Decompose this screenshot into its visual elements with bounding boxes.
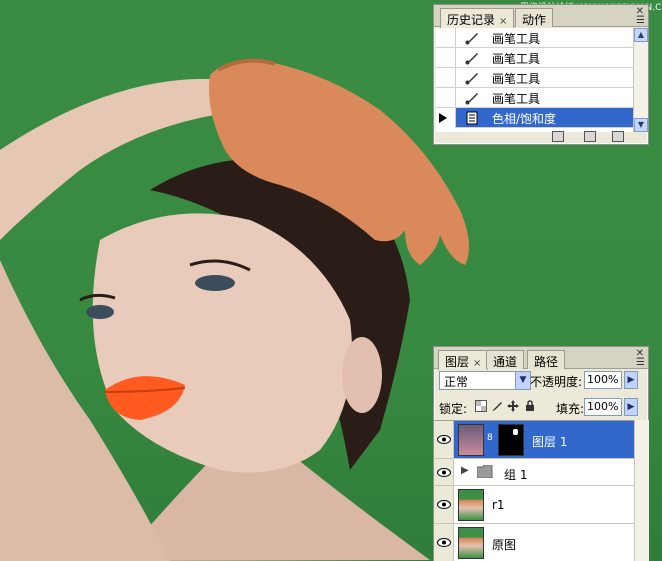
- brush-icon: [465, 73, 478, 85]
- layer-row[interactable]: 原图: [434, 524, 634, 561]
- layer-thumbnail: [458, 527, 484, 559]
- tab-close-icon[interactable]: ×: [473, 358, 481, 369]
- blend-mode-value: 正常: [444, 375, 469, 389]
- eye-icon[interactable]: [437, 500, 451, 509]
- layers-panel: 图层 × 通道 路径 ✕ ☰ 正常 ▼ 不透明度: 100% ▶ 锁定: 填充: …: [433, 346, 649, 561]
- lock-position-move-icon[interactable]: [507, 400, 519, 412]
- new-document-icon[interactable]: [552, 131, 564, 142]
- brush-icon: [465, 33, 478, 45]
- layer-name: 组 1: [504, 468, 528, 482]
- snapshot-camera-icon[interactable]: [584, 131, 596, 142]
- lock-all-icon[interactable]: [524, 400, 536, 412]
- tab-close-icon[interactable]: ×: [499, 16, 507, 27]
- history-item-label: 画笔工具: [492, 72, 541, 86]
- tab-actions-label: 动作: [522, 13, 547, 27]
- chevron-down-icon[interactable]: ▼: [515, 372, 530, 389]
- layer-row-group[interactable]: ▶ 组 1: [434, 459, 634, 486]
- layer-name: 图层 1: [532, 435, 568, 449]
- panel-menu-icon[interactable]: ☰: [636, 357, 645, 368]
- layer-row[interactable]: r1: [434, 486, 634, 524]
- history-source-checkbox[interactable]: [436, 48, 456, 68]
- layers-tabbar: 图层 × 通道 路径 ✕ ☰: [434, 347, 648, 370]
- lock-transparent-icon[interactable]: [475, 400, 487, 412]
- adjustment-icon: [466, 111, 478, 125]
- layer-row-selected[interactable]: 8 图层 1: [434, 421, 634, 459]
- tab-channels-label: 通道: [493, 355, 518, 369]
- history-item-label: 色相/饱和度: [492, 112, 557, 126]
- history-item[interactable]: 画笔工具: [436, 48, 633, 68]
- blend-mode-select[interactable]: 正常 ▼: [439, 371, 531, 390]
- eye-icon[interactable]: [437, 435, 451, 444]
- folder-icon: [477, 465, 493, 478]
- tab-layers-label: 图层: [445, 355, 470, 369]
- panel-menu-icon[interactable]: ☰: [636, 15, 645, 26]
- tab-layers[interactable]: 图层 ×: [438, 350, 489, 370]
- tab-paths[interactable]: 路径: [527, 350, 566, 369]
- history-item-label: 画笔工具: [492, 92, 541, 106]
- lock-image-brush-icon[interactable]: [491, 400, 503, 412]
- layer-thumbnail: [458, 489, 484, 521]
- tab-actions[interactable]: 动作: [515, 8, 554, 27]
- fill-input[interactable]: 100%: [584, 398, 622, 416]
- history-item[interactable]: 画笔工具: [436, 88, 633, 108]
- eye-icon[interactable]: [437, 468, 451, 477]
- brush-icon: [465, 93, 478, 105]
- history-list: 画笔工具 画笔工具 画笔工具 画笔工具 色相/饱和度: [436, 28, 633, 132]
- visibility-toggle[interactable]: [434, 459, 454, 485]
- tab-history-label: 历史记录: [447, 13, 496, 27]
- eye-icon[interactable]: [437, 538, 451, 547]
- tab-channels[interactable]: 通道: [486, 350, 525, 369]
- history-source-checkbox[interactable]: [436, 28, 456, 48]
- history-item-label: 画笔工具: [492, 52, 541, 66]
- expand-arrow-icon[interactable]: ▶: [461, 465, 469, 476]
- layer-mask-thumbnail[interactable]: [498, 424, 524, 456]
- fill-slider-arrow-icon[interactable]: ▶: [624, 398, 638, 416]
- opacity-slider-arrow-icon[interactable]: ▶: [624, 371, 638, 389]
- layer-name: 原图: [492, 538, 517, 552]
- history-panel: 历史记录 × 动作 ✕ ☰ 画笔工具 画笔工具 画笔工具 画笔工具 色相/饱和度…: [433, 4, 649, 145]
- trash-icon[interactable]: [612, 131, 624, 142]
- lock-label: 锁定:: [439, 402, 468, 416]
- history-source-checkbox[interactable]: [436, 68, 456, 88]
- layer-list: 8 图层 1 ▶ 组 1 r1 原图: [434, 420, 634, 561]
- layers-scrollbar[interactable]: [634, 420, 649, 561]
- brush-icon: [465, 53, 478, 65]
- link-chain-icon[interactable]: 8: [487, 433, 493, 443]
- visibility-toggle[interactable]: [434, 421, 454, 458]
- history-item-selected[interactable]: 色相/饱和度: [436, 108, 633, 128]
- history-tabbar: 历史记录 × 动作 ✕ ☰: [434, 5, 648, 28]
- opacity-input[interactable]: 100%: [584, 371, 622, 389]
- layer-name: r1: [492, 498, 505, 512]
- history-item[interactable]: 画笔工具: [436, 28, 633, 48]
- layer-thumbnail: [458, 424, 484, 456]
- tab-history[interactable]: 历史记录 ×: [440, 8, 515, 28]
- tab-paths-label: 路径: [534, 355, 559, 369]
- history-scrollbar[interactable]: ▲ ▼: [633, 28, 648, 132]
- scroll-up-icon[interactable]: ▲: [634, 28, 648, 42]
- visibility-toggle[interactable]: [434, 486, 454, 523]
- fill-label: 填充:: [556, 402, 585, 416]
- history-state-arrow-icon[interactable]: [436, 108, 456, 128]
- visibility-toggle[interactable]: [434, 524, 454, 561]
- opacity-label: 不透明度:: [530, 375, 583, 389]
- history-footer: [434, 130, 648, 144]
- history-item[interactable]: 画笔工具: [436, 68, 633, 88]
- history-source-checkbox[interactable]: [436, 88, 456, 108]
- history-item-label: 画笔工具: [492, 32, 541, 46]
